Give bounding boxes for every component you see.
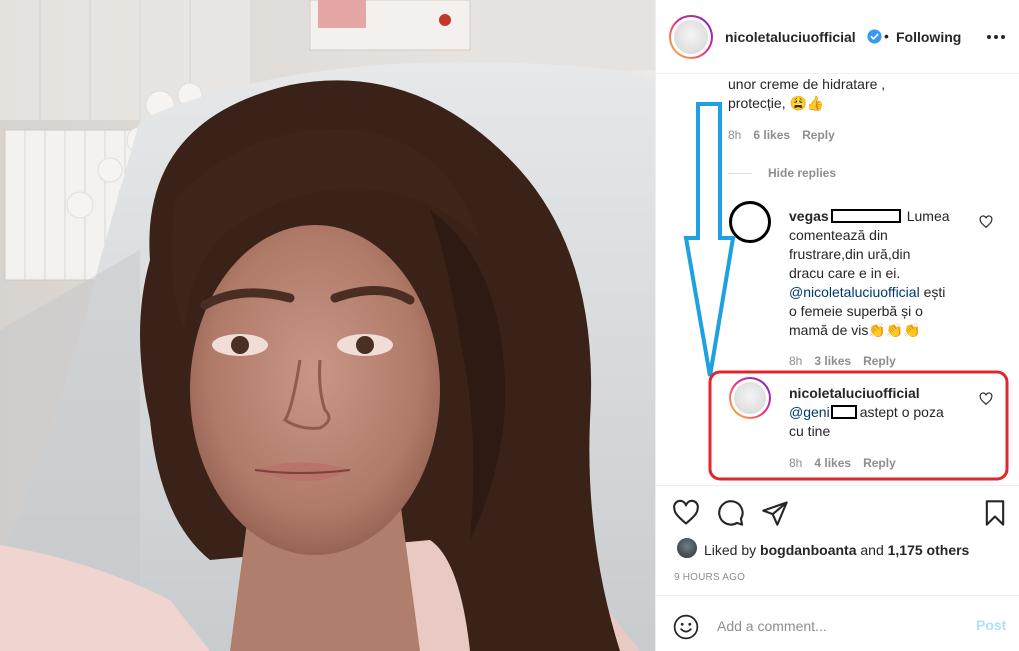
reply-username[interactable]: nicoletaluciuofficial xyxy=(789,385,920,401)
liked-by-prefix: Liked by xyxy=(704,542,757,558)
liked-by-user[interactable]: bogdanboanta xyxy=(760,542,856,558)
post-author-username[interactable]: nicoletaluciuofficial xyxy=(725,29,856,45)
heart-icon[interactable] xyxy=(672,499,700,527)
reply-line: dracu care e in ei. xyxy=(789,265,901,281)
post-actions: Liked by bogdanboanta and 1,175 others 9… xyxy=(656,485,1019,650)
comment-text: unor creme de hidratare , protecție, 😩👍 xyxy=(728,75,885,113)
hide-replies-button[interactable]: Hide replies xyxy=(728,166,836,180)
comment-likes[interactable]: 6 likes xyxy=(753,128,790,142)
reply-time: 8h xyxy=(789,456,803,470)
reply-meta: 8h 4 likes Reply xyxy=(789,456,896,470)
reply-avatar[interactable] xyxy=(734,382,766,414)
comments-list[interactable]: unor creme de hidratare , protecție, 😩👍 … xyxy=(656,75,1019,485)
replies-divider xyxy=(728,173,752,175)
comment-icon[interactable] xyxy=(717,499,745,527)
reply-button[interactable]: Reply xyxy=(802,128,835,142)
reply-button[interactable]: Reply xyxy=(863,456,896,470)
add-comment-bar: Post xyxy=(656,595,1019,651)
mention-link[interactable]: @geni xyxy=(789,404,830,420)
reply-text: vegas Lumea comentează din frustrare,din … xyxy=(789,207,989,340)
reply-likes[interactable]: 4 likes xyxy=(814,456,851,470)
comment-line: unor creme de hidratare , xyxy=(728,76,886,92)
redaction-box xyxy=(830,405,857,419)
redaction-box xyxy=(830,209,901,223)
comment-meta: 8h 6 likes Reply xyxy=(728,128,835,142)
reply-line: ești xyxy=(919,284,946,300)
reply-button[interactable]: Reply xyxy=(863,354,896,368)
post-timestamp[interactable]: 9 HOURS AGO xyxy=(674,572,745,583)
hide-replies-label: Hide replies xyxy=(768,166,837,180)
more-options-icon[interactable] xyxy=(986,28,1006,46)
reply-username[interactable]: vegas xyxy=(789,208,829,224)
mention-link[interactable]: @nicoletaluciuofficial xyxy=(789,284,920,300)
reply-line: astept o poza xyxy=(859,404,944,420)
reply-line: frustrare,din ură,din xyxy=(789,246,911,262)
liked-by-others[interactable]: 1,175 others xyxy=(888,542,970,558)
selfie-image xyxy=(0,0,655,651)
verified-badge-icon xyxy=(867,29,882,44)
reply-avatar[interactable] xyxy=(729,201,771,243)
separator-dot: • xyxy=(884,28,889,44)
reply-line: o femeie superbă și o xyxy=(789,303,923,319)
post-sidebar: nicoletaluciuofficial • Following unor c… xyxy=(655,0,1019,651)
reply-line: Lumea xyxy=(906,208,950,224)
reply-line: cu tine xyxy=(789,423,831,439)
liked-by-text: Liked by bogdanboanta and 1,175 others xyxy=(704,542,969,558)
reply-text: nicoletaluciuofficial @geni astept o poza… xyxy=(789,384,979,441)
comment-line: protecție, 😩👍 xyxy=(728,95,825,111)
post-photo[interactable] xyxy=(0,0,655,651)
post-comment-button[interactable]: Post xyxy=(976,617,1006,633)
comment-input[interactable] xyxy=(717,618,957,634)
following-button[interactable]: Following xyxy=(896,29,961,45)
reply-line: mamă de vis👏👏👏 xyxy=(789,322,921,338)
share-icon[interactable] xyxy=(761,499,789,527)
reply-meta: 8h 3 likes Reply xyxy=(789,354,896,368)
reply-time: 8h xyxy=(789,354,803,368)
emoji-icon[interactable] xyxy=(673,614,699,640)
post-header: nicoletaluciuofficial • Following xyxy=(656,0,1019,74)
reply-line: comentează din xyxy=(789,227,888,243)
profile-avatar-image[interactable] xyxy=(674,20,708,54)
comment-time: 8h xyxy=(728,128,742,142)
comment-like-icon[interactable] xyxy=(979,215,993,229)
bookmark-icon[interactable] xyxy=(981,499,1009,527)
reply-likes[interactable]: 3 likes xyxy=(814,354,851,368)
comment-like-icon[interactable] xyxy=(979,392,993,406)
liker-avatar[interactable] xyxy=(676,537,698,559)
liked-by-and: and xyxy=(860,542,884,558)
